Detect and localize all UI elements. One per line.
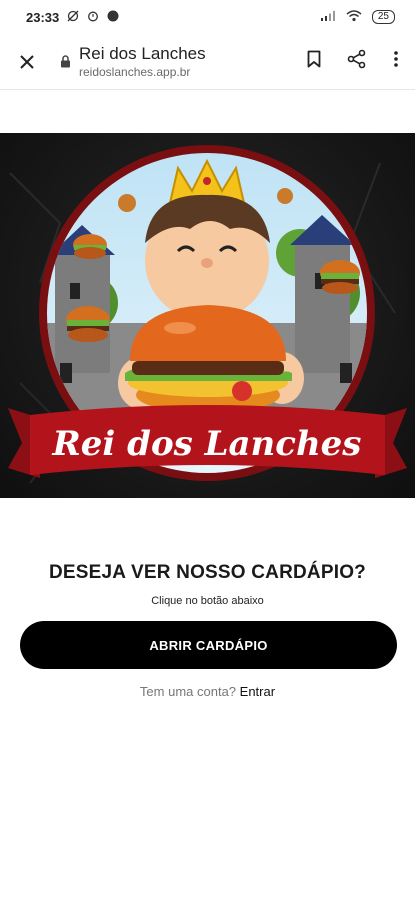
more-vert-icon (394, 51, 398, 67)
wifi-icon (346, 9, 362, 25)
share-icon (347, 49, 366, 69)
page-address[interactable]: Rei dos Lanches reidoslanches.app.br (79, 44, 307, 80)
status-bar: 23:33 25 (0, 0, 415, 34)
status-right: 25 (320, 9, 395, 25)
signal-icon (320, 10, 336, 25)
lock-icon (60, 55, 71, 68)
bookmark-icon (307, 50, 321, 68)
app-icon (107, 10, 119, 25)
close-icon (20, 54, 34, 69)
login-prompt: Tem uma conta? Entrar (0, 684, 415, 699)
bookmark-button[interactable] (307, 50, 321, 73)
open-menu-button[interactable]: ABRIR CARDÁPIO (20, 621, 397, 669)
browser-toolbar: Rei dos Lanches reidoslanches.app.br (0, 34, 415, 90)
site-url: reidoslanches.app.br (79, 64, 191, 79)
brand-logo: Rei dos Lanches (8, 145, 407, 484)
menu-prompt-heading: DESEJA VER NOSSO CARDÁPIO? (49, 562, 366, 583)
account-question: Tem uma conta? (139, 684, 237, 699)
status-time: 23:33 (26, 9, 60, 25)
status-left: 23:33 (26, 10, 119, 25)
share-button[interactable] (347, 49, 367, 74)
toolbar-actions (307, 49, 399, 74)
login-link[interactable]: Entrar (240, 684, 275, 699)
hero-banner: Rei dos Lanches (0, 133, 415, 498)
brand-name-lettering: Rei dos Lanches (52, 424, 362, 464)
site-title: Rei dos Lanches (79, 43, 206, 63)
alarm-icon (87, 10, 99, 25)
notification-off-icon (67, 10, 79, 25)
menu-prompt-hint: Clique no botão abaixo (151, 595, 264, 607)
battery-indicator: 25 (371, 10, 395, 24)
more-options-button[interactable] (393, 50, 399, 73)
close-button[interactable] (16, 51, 38, 73)
